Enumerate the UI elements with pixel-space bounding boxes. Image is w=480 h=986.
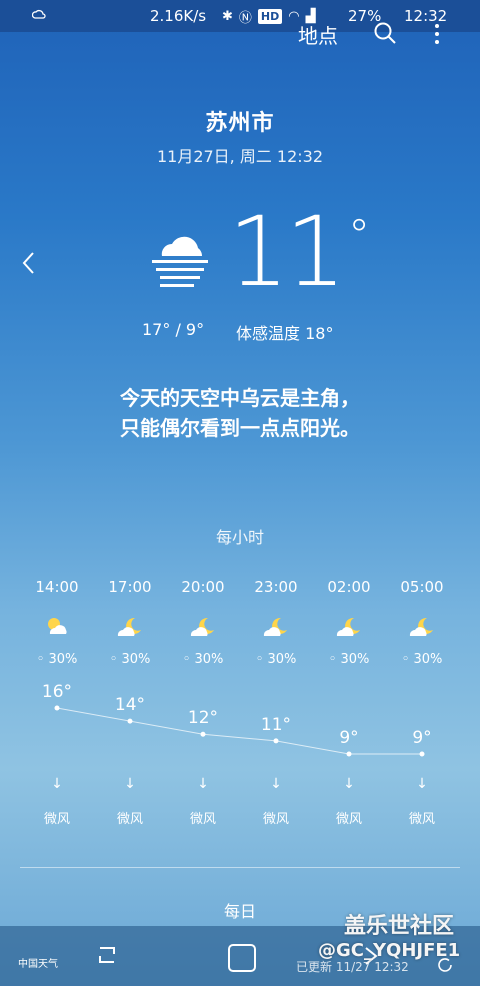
hourly-temp-line: [54, 705, 425, 757]
temp-point: [419, 751, 425, 757]
temp-point: [273, 738, 279, 744]
home-button[interactable]: [228, 944, 256, 972]
temp-point: [346, 751, 352, 757]
temp-point: [127, 718, 133, 724]
watermark-handle: @GC_YQHJFE1: [318, 940, 461, 961]
divider: [20, 867, 460, 868]
recent-apps-icon[interactable]: [96, 944, 118, 966]
temp-line-path: [56, 707, 422, 755]
china-weather-logo: 中国天气: [18, 959, 58, 970]
temp-point: [54, 705, 60, 711]
temp-point: [200, 731, 206, 737]
watermark-community: 盖乐世社区: [344, 914, 455, 939]
